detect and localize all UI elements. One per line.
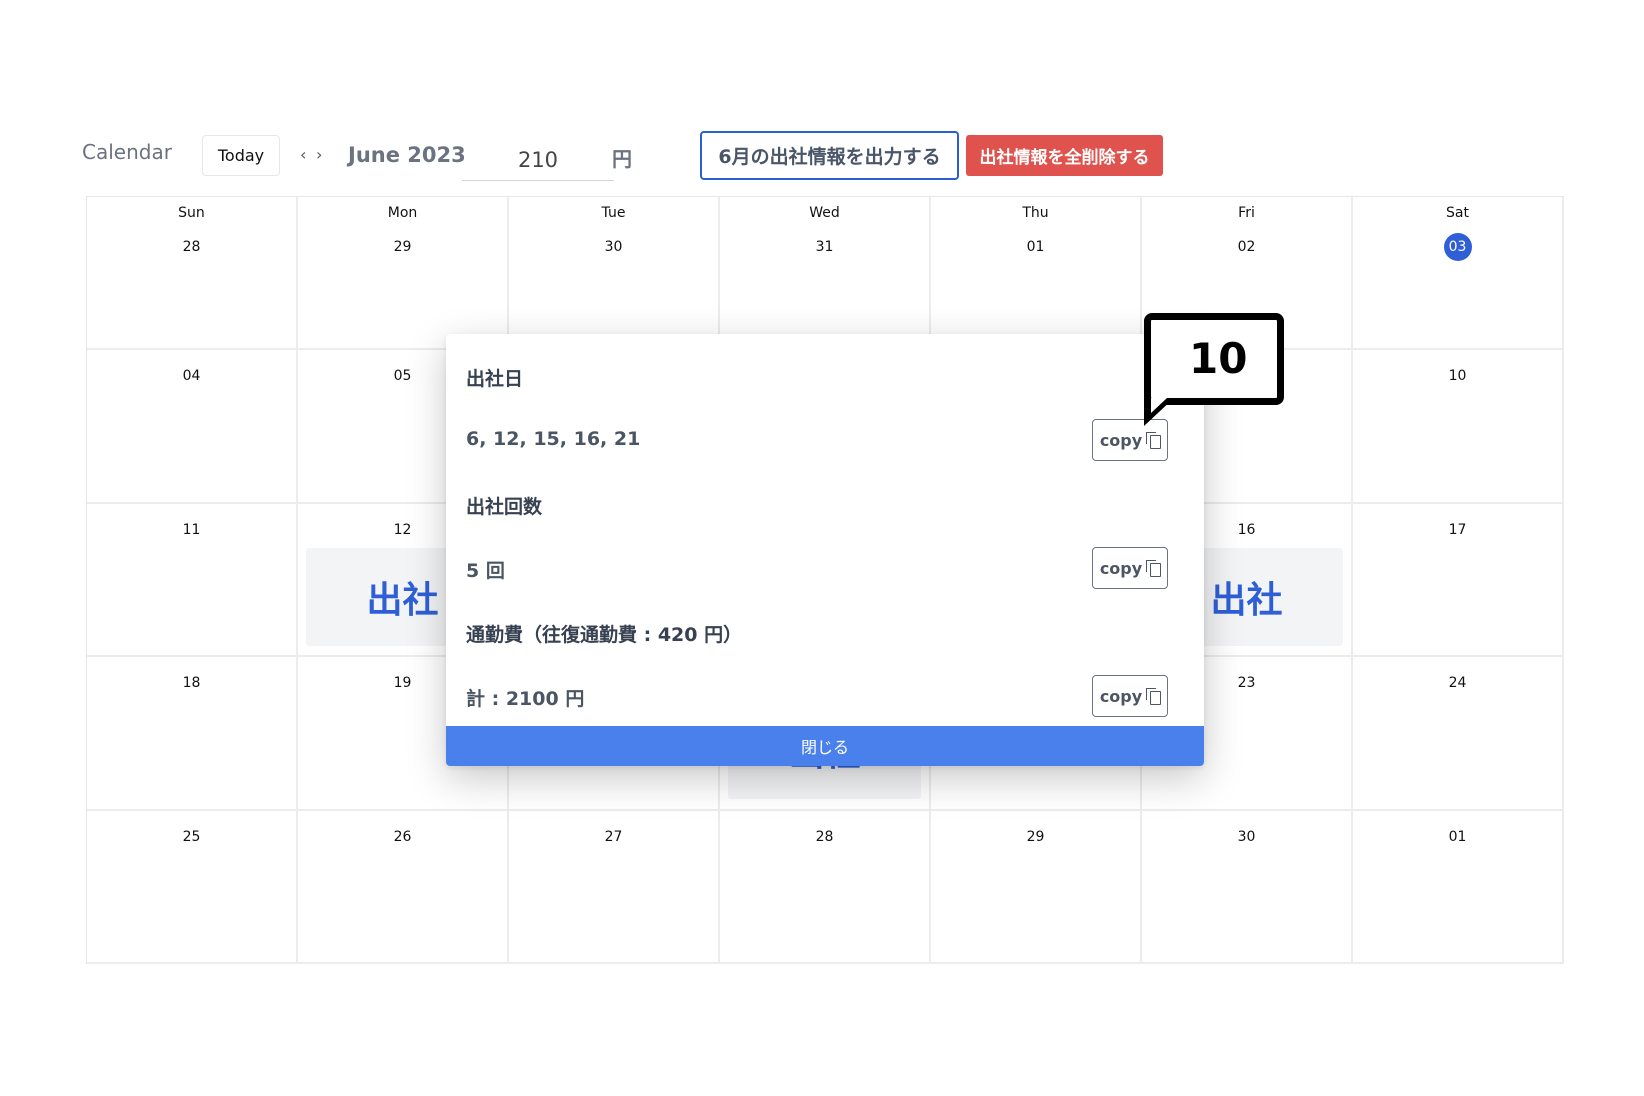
- weekday-label: Thu: [1022, 205, 1049, 221]
- date-number: 02: [1237, 239, 1256, 255]
- calendar-day-cell[interactable]: 27: [509, 810, 720, 964]
- copy-icon: [1146, 688, 1162, 705]
- calendar-day-cell[interactable]: Wed 31: [720, 197, 931, 351]
- date-number: 19: [393, 675, 412, 692]
- yen-unit: 円: [612, 147, 632, 171]
- calendar-day-cell[interactable]: 10: [1353, 350, 1564, 504]
- total-value: 計 : 2100 円: [466, 688, 585, 710]
- calendar-day-cell[interactable]: 24: [1353, 657, 1564, 811]
- calendar-day-cell[interactable]: 18: [87, 657, 298, 811]
- date-number: 16: [1237, 521, 1256, 538]
- calendar-day-cell[interactable]: 04: [87, 350, 298, 504]
- summary-modal: 出社日 6, 12, 15, 16, 21 copy 出社回数 5 回 copy…: [446, 334, 1204, 766]
- date-number: 12: [393, 521, 412, 538]
- date-number: 01: [1026, 239, 1045, 255]
- calendar-day-cell[interactable]: 11: [87, 503, 298, 658]
- weekday-label: Wed: [809, 205, 840, 221]
- count-value: 5 回: [466, 560, 505, 582]
- export-attendance-button[interactable]: 6月の出社情報を出力する: [700, 131, 959, 180]
- date-number: 05: [393, 368, 412, 385]
- date-number: 30: [604, 239, 623, 255]
- copy-count-button[interactable]: copy: [1092, 547, 1168, 589]
- date-number: 17: [1448, 521, 1467, 538]
- copy-total-button[interactable]: copy: [1092, 675, 1168, 717]
- date-number: 24: [1448, 675, 1467, 692]
- calendar-day-cell[interactable]: 30: [1142, 810, 1353, 964]
- date-number: 28: [815, 828, 834, 845]
- calendar-day-cell[interactable]: 29: [931, 810, 1142, 964]
- delete-all-button[interactable]: 出社情報を全削除する: [966, 135, 1163, 176]
- date-number: 23: [1237, 675, 1256, 692]
- copy-label: copy: [1099, 430, 1143, 450]
- calendar-day-cell[interactable]: 17: [1353, 503, 1564, 658]
- today-date-badge: 03: [1443, 233, 1472, 261]
- calendar-day-cell[interactable]: 28: [720, 810, 931, 964]
- callout-badge: 10: [1144, 313, 1284, 405]
- calendar-day-cell[interactable]: 25: [87, 810, 298, 964]
- copy-label: copy: [1099, 686, 1143, 706]
- calendar-day-cell[interactable]: Mon 29: [298, 197, 509, 351]
- date-number: 28: [182, 239, 201, 255]
- weekday-label: Sat: [1446, 205, 1469, 221]
- copy-label: copy: [1099, 558, 1143, 578]
- callout-tail-fill: [1151, 398, 1167, 413]
- date-number: 11: [182, 521, 201, 538]
- date-number: 30: [1237, 828, 1256, 845]
- calendar-day-cell[interactable]: 01: [1353, 810, 1564, 964]
- date-number: 29: [1026, 828, 1045, 845]
- callout-number: 10: [1189, 334, 1248, 383]
- calendar-day-cell[interactable]: Thu 01: [931, 197, 1142, 351]
- date-number: 29: [393, 239, 412, 255]
- calendar-day-cell[interactable]: Tue 30: [509, 197, 720, 351]
- app-title: Calendar: [82, 140, 172, 164]
- header-toolbar: Calendar Today ‹ › June 2023 円 6月の出社情報を出…: [0, 0, 1644, 200]
- calendar-day-cell[interactable]: 26: [298, 810, 509, 964]
- weekday-label: Sun: [178, 205, 205, 221]
- calendar-day-cell[interactable]: Sat 03: [1353, 197, 1564, 351]
- days-value: 6, 12, 15, 16, 21: [466, 428, 641, 450]
- copy-icon: [1146, 560, 1162, 577]
- copy-icon: [1146, 432, 1162, 449]
- fare-label: 通勤費（往復通勤費 : 420 円）: [466, 624, 743, 646]
- count-label: 出社回数: [466, 496, 543, 518]
- prev-month-icon[interactable]: ‹: [300, 145, 306, 164]
- date-number: 01: [1448, 828, 1467, 845]
- weekday-label: Mon: [387, 205, 418, 221]
- date-number: 26: [393, 828, 412, 845]
- date-number: 10: [1448, 368, 1467, 385]
- weekday-label: Tue: [601, 205, 626, 221]
- fare-input[interactable]: [462, 140, 614, 181]
- date-number: 31: [815, 239, 834, 255]
- weekday-label: Fri: [1238, 205, 1255, 221]
- calendar-app: Calendar Today ‹ › June 2023 円 6月の出社情報を出…: [0, 0, 1644, 1096]
- close-button[interactable]: 閉じる: [446, 726, 1204, 766]
- today-button[interactable]: Today: [202, 135, 280, 176]
- date-number: 25: [182, 828, 201, 845]
- days-label: 出社日: [466, 368, 524, 390]
- date-number: 04: [182, 368, 201, 385]
- next-month-icon[interactable]: ›: [316, 145, 322, 164]
- month-label: June 2023: [348, 143, 466, 167]
- calendar-day-cell[interactable]: Sun 28: [87, 197, 298, 351]
- date-number: 27: [604, 828, 623, 845]
- date-number: 18: [182, 675, 201, 692]
